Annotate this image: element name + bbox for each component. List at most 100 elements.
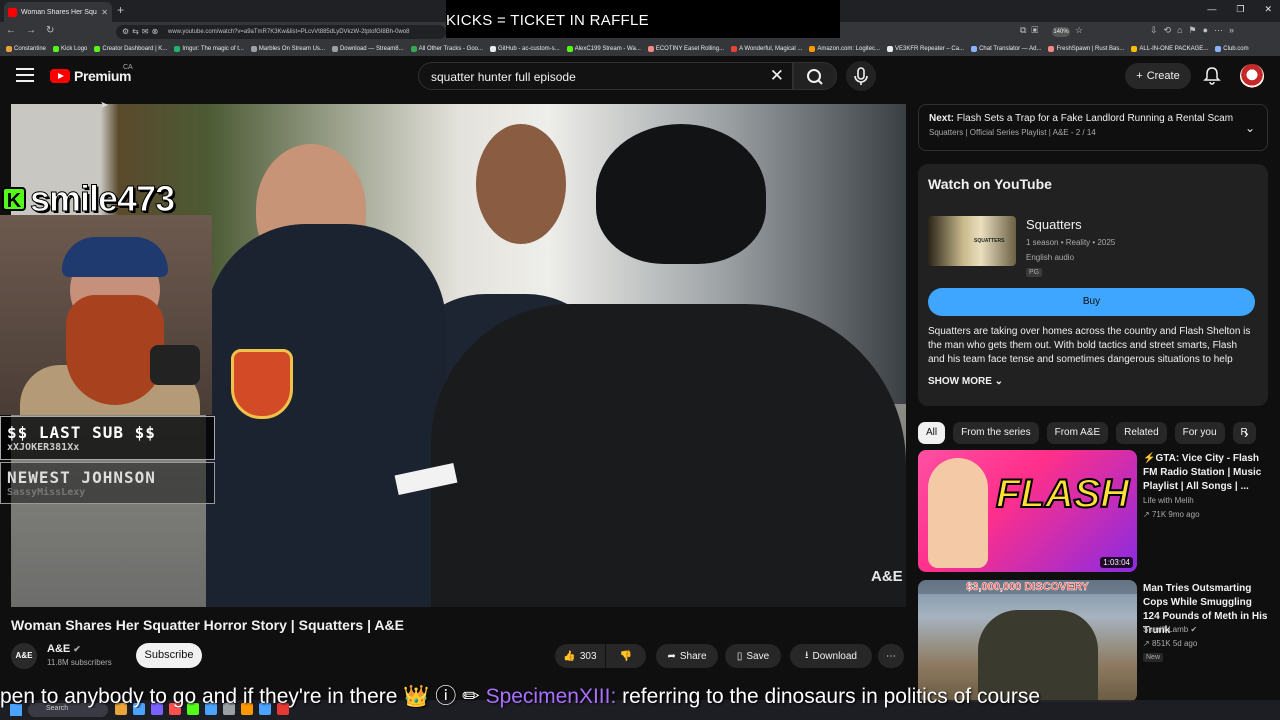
menu-icon[interactable]: [16, 68, 34, 82]
bookmark-item[interactable]: Creator Dashboard | K...: [94, 46, 167, 52]
back-icon[interactable]: ←: [6, 25, 16, 36]
bookmark-item[interactable]: Chat Translator — Ad...: [971, 46, 1041, 52]
buy-button[interactable]: Buy: [928, 288, 1255, 316]
chevron-right-icon[interactable]: ›: [1244, 425, 1249, 441]
bookmark-item[interactable]: FreshSpawn | Rust Bas...: [1048, 46, 1124, 52]
last-sub-name: xXJOKER381Xx: [7, 442, 80, 453]
bookmark-item[interactable]: AlexC199 Stream - Wa...: [566, 46, 641, 52]
voice-search-button[interactable]: [846, 61, 876, 91]
new-tab-icon[interactable]: +: [117, 3, 124, 17]
filter-chips: All From the series From A&E Related For…: [918, 422, 1268, 444]
search-input[interactable]: squatter hunter full episode ✕: [418, 62, 793, 90]
browser-tab[interactable]: Woman Shares Her Squatt ✕: [4, 2, 112, 22]
chip-for-you[interactable]: For you: [1174, 422, 1225, 444]
search-button[interactable]: [793, 62, 837, 90]
video-title-text: GTA: Vice City - Flash FM Radio Station …: [1143, 453, 1262, 492]
zoom-indicator[interactable]: 140%: [1052, 27, 1070, 37]
bookmark-item[interactable]: GitHub - ac-custom-s...: [490, 46, 560, 52]
video-title: Woman Shares Her Squatter Horror Story |…: [11, 617, 404, 633]
playlist-next-panel[interactable]: Next: Flash Sets a Trap for a Fake Landl…: [918, 104, 1268, 151]
bookmark-star-icon[interactable]: ☆: [1075, 25, 1089, 36]
bookmark-icon: ▯: [736, 650, 743, 662]
chip-all[interactable]: All: [918, 422, 946, 444]
recommended-video[interactable]: FLASH 1:03:04 ⚡GTA: Vice City - Flash FM…: [918, 450, 1268, 574]
dislike-button[interactable]: 👎: [606, 644, 646, 668]
create-button[interactable]: + Create: [1125, 63, 1191, 89]
country-code: CA: [123, 64, 133, 71]
more-actions-button[interactable]: ⋯: [878, 644, 904, 668]
bookmark-item[interactable]: ECOTINY Easel Rolling...: [647, 46, 724, 52]
download-button[interactable]: ⭳ Download: [790, 644, 872, 668]
bookmark-item[interactable]: Imgur: The magic of t...: [174, 46, 244, 52]
subscribe-button[interactable]: Subscribe: [136, 643, 202, 668]
bookmark-item[interactable]: VE3KFR Repeater – Ca...: [887, 46, 964, 52]
clear-search-icon[interactable]: ✕: [770, 66, 784, 86]
save-button[interactable]: ▯ Save: [725, 644, 781, 668]
bookmark-item[interactable]: Kick Logo: [53, 46, 87, 52]
chat-emotes: 👑 ⓘ ✏: [403, 685, 480, 708]
channel-avatar[interactable]: A&E: [11, 643, 37, 669]
show-more-button[interactable]: SHOW MORE ⌄: [928, 376, 1003, 387]
like-count: 303: [579, 650, 597, 662]
bookmark-favicon-icon: [490, 46, 496, 52]
newest-overlay: NEWEST JOHNSON SassyMissLexy: [0, 462, 215, 504]
bookmark-item[interactable]: Amazon.com: Logitec...: [809, 46, 880, 52]
streamer-webcam: [0, 215, 212, 415]
show-thumbnail[interactable]: SQUATTERS: [928, 216, 1016, 266]
bookmark-item[interactable]: ALL-IN-ONE PACKAGE...: [1131, 46, 1208, 52]
site-info-icon[interactable]: ⚙⇆✉⊗: [122, 27, 161, 36]
download-icon: ⭳: [805, 649, 809, 661]
close-window-icon[interactable]: ✕: [1264, 4, 1272, 15]
content-rating-badge: PG: [1026, 268, 1043, 277]
account-avatar[interactable]: [1240, 64, 1264, 88]
new-badge: New: [1143, 653, 1164, 662]
page-action-icons[interactable]: ⧉▣: [1020, 25, 1043, 36]
thumbs-up-icon: 👍: [563, 650, 576, 662]
close-tab-icon[interactable]: ✕: [101, 8, 108, 17]
bookmark-item[interactable]: All Other Tracks - Goo...: [410, 46, 483, 52]
video-watermark: A&E: [871, 568, 903, 585]
channel-name[interactable]: Sheriff Lamb ✔: [1143, 625, 1197, 634]
screen: Woman Shares Her Squatt ✕ + — ❐ ✕ ← → ↻ …: [0, 0, 1280, 720]
chip-from-series[interactable]: From the series: [953, 422, 1039, 444]
search-icon: [807, 69, 823, 85]
verified-icon: ✔: [73, 644, 81, 654]
bookmark-favicon-icon: [971, 46, 978, 52]
channel-name[interactable]: A&E ✔: [47, 643, 81, 655]
bookmark-favicon-icon: [1131, 46, 1138, 52]
bookmark-favicon-icon: [566, 46, 573, 52]
reload-icon[interactable]: ↻: [46, 25, 54, 36]
share-label: Share: [679, 650, 707, 662]
channel-name[interactable]: Life with Melih: [1143, 496, 1194, 505]
url-field[interactable]: ⚙⇆✉⊗ www.youtube.com/watch?v=a9aTmR7K3Kw…: [116, 25, 446, 39]
kick-username: smile473: [29, 178, 175, 220]
show-title[interactable]: Squatters: [1026, 217, 1082, 232]
maximize-icon[interactable]: ❐: [1236, 4, 1244, 15]
chip-from-ae[interactable]: From A&E: [1046, 422, 1109, 444]
chat-ticker: pen to anybody to go and if they're in t…: [0, 680, 1280, 708]
download-label: Download: [812, 650, 857, 662]
chip-related[interactable]: Related: [1116, 422, 1167, 444]
bookmark-item[interactable]: Constantine: [6, 46, 46, 52]
bookmark-item[interactable]: Download — Stream8...: [331, 46, 404, 52]
like-button[interactable]: 👍 303: [555, 644, 605, 668]
show-meta: 1 season • Reality • 2025: [1026, 238, 1116, 247]
bookmark-item[interactable]: Club.com: [1215, 46, 1249, 52]
chevron-down-icon[interactable]: ⌄: [1245, 121, 1255, 135]
notifications-bell-icon[interactable]: [1202, 66, 1222, 86]
bookmark-item[interactable]: Marbles On Stream Us...: [250, 46, 325, 52]
next-title: Flash Sets a Trap for a Fake Landlord Ru…: [956, 113, 1234, 124]
trending-icon: ↗: [1143, 639, 1152, 648]
next-playlist: Squatters | Official Series Playlist | A…: [929, 128, 1096, 137]
video-title: ⚡GTA: Vice City - Flash FM Radio Station…: [1143, 452, 1268, 494]
chat-message: referring to the dinosaurs in politics o…: [616, 685, 1041, 708]
lightning-icon: ⚡: [1143, 453, 1156, 464]
bookmark-item[interactable]: A Wonderful, Magical ...: [731, 46, 802, 52]
minimize-icon[interactable]: —: [1207, 4, 1216, 15]
extension-icons[interactable]: ⇩⟲⌂⚑●⋯»: [1150, 25, 1240, 36]
forward-icon[interactable]: →: [26, 25, 36, 36]
video-thumbnail[interactable]: FLASH 1:03:04: [918, 450, 1137, 572]
share-button[interactable]: ➦ Share: [656, 644, 718, 668]
youtube-premium-logo[interactable]: Premium CA: [50, 64, 133, 84]
video-meta-text: 71K 9mo ago: [1151, 510, 1200, 519]
